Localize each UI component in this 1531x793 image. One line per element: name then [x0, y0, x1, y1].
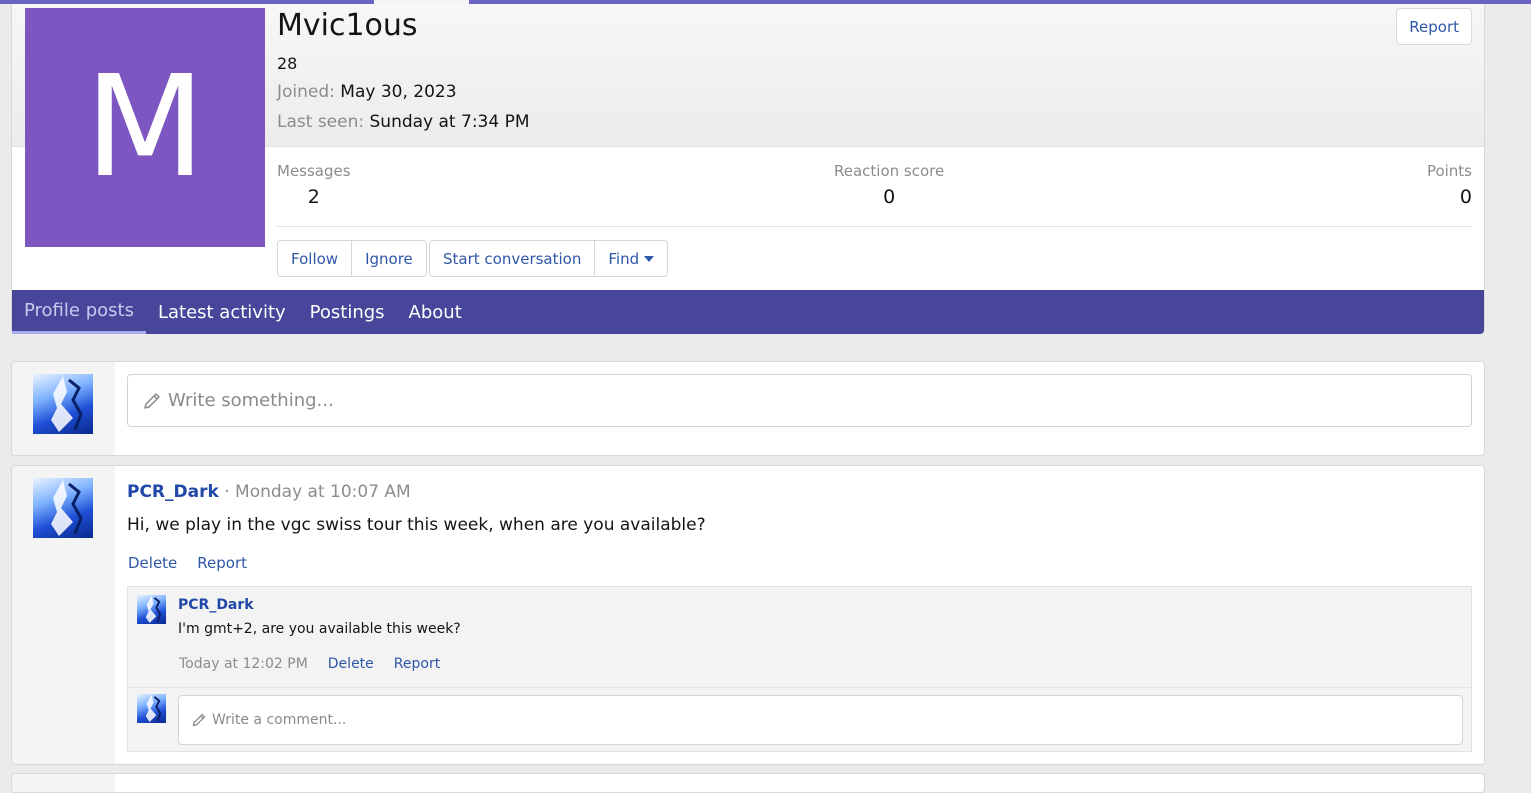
stat-value: 2 [307, 186, 320, 208]
stat-messages[interactable]: Messages 2 [277, 162, 351, 208]
post-actions: Delete Report [128, 554, 247, 572]
comment-footer: Today at 12:02 PM Delete Report [179, 656, 440, 672]
avatar-letter: M [84, 45, 206, 209]
user-title: 28 [277, 54, 298, 73]
profile-card: M Mvic1ous 28 Joined: May 30, 2023 Last … [11, 4, 1485, 334]
profile-tabs: Profile posts Latest activity Postings A… [12, 290, 1484, 334]
comment-divider [128, 687, 1471, 688]
meta-separator: · [224, 482, 230, 502]
stat-reaction-score: Reaction score 0 [834, 162, 944, 208]
stat-label: Reaction score [834, 162, 945, 180]
delete-comment-link[interactable]: Delete [328, 656, 374, 672]
stat-value: 0 [883, 186, 896, 208]
tab-about[interactable]: About [397, 290, 474, 334]
pencil-icon [192, 713, 206, 727]
follow-ignore-group: Follow Ignore [277, 240, 427, 277]
stat-label: Messages [277, 162, 351, 180]
report-post-link[interactable]: Report [197, 554, 247, 572]
current-user-avatar[interactable] [33, 374, 93, 434]
joined-value: May 30, 2023 [340, 82, 457, 102]
stat-label: Points [1426, 162, 1472, 180]
profile-avatar[interactable]: M [25, 8, 265, 247]
caret-down-icon [644, 255, 655, 262]
delete-post-link[interactable]: Delete [128, 554, 177, 572]
profile-username: Mvic1ous [277, 8, 418, 43]
stat-points[interactable]: Points 0 [1427, 162, 1472, 208]
find-label: Find [608, 249, 640, 268]
tab-latest-activity[interactable]: Latest activity [146, 290, 298, 334]
follow-button[interactable]: Follow [278, 241, 353, 276]
post-author-avatar[interactable] [33, 478, 93, 538]
last-seen-label: Last seen: [277, 112, 365, 132]
next-post-gutter [12, 774, 115, 792]
post-author-link[interactable]: PCR_Dark [127, 482, 219, 502]
pencil-icon [144, 392, 160, 409]
write-something-placeholder: Write something... [168, 390, 334, 411]
current-user-avatar-small[interactable] [137, 694, 166, 723]
profile-post: PCR_Dark · Monday at 10:07 AM Hi, we pla… [11, 465, 1485, 765]
ignore-button[interactable]: Ignore [352, 241, 426, 276]
joined-line: Joined: May 30, 2023 [277, 82, 457, 102]
tab-postings[interactable]: Postings [298, 290, 397, 334]
next-post-partial [11, 773, 1485, 793]
comments-section: PCR_Dark I'm gmt+2, are you available th… [127, 586, 1472, 752]
stat-value: 0 [1459, 186, 1472, 208]
comment-text: I'm gmt+2, are you available this week? [178, 621, 461, 637]
write-something-input[interactable]: Write something... [127, 374, 1472, 427]
write-comment-placeholder: Write a comment... [212, 712, 347, 728]
comment-author-link[interactable]: PCR_Dark [178, 597, 254, 613]
conversation-find-group: Start conversation Find [429, 240, 669, 277]
comment-author-avatar[interactable] [137, 595, 166, 624]
last-seen-value: Sunday at 7:34 PM [369, 112, 530, 132]
report-profile-button[interactable]: Report [1396, 8, 1472, 45]
joined-label: Joined: [277, 82, 335, 102]
report-comment-link[interactable]: Report [394, 656, 440, 672]
post-meta: PCR_Dark · Monday at 10:07 AM [127, 482, 411, 502]
last-seen-line: Last seen: Sunday at 7:34 PM [277, 112, 530, 132]
comment-time[interactable]: Today at 12:02 PM [179, 656, 308, 672]
write-comment-input[interactable]: Write a comment... [178, 695, 1463, 745]
start-conversation-button[interactable]: Start conversation [430, 241, 596, 276]
tab-profile-posts[interactable]: Profile posts [12, 290, 146, 334]
stats-divider [277, 226, 1472, 227]
profile-post-composer: Write something... [11, 361, 1485, 456]
post-time[interactable]: Monday at 10:07 AM [235, 482, 411, 502]
find-dropdown-button[interactable]: Find [595, 241, 667, 276]
post-body: Hi, we play in the vgc swiss tour this w… [127, 515, 706, 535]
